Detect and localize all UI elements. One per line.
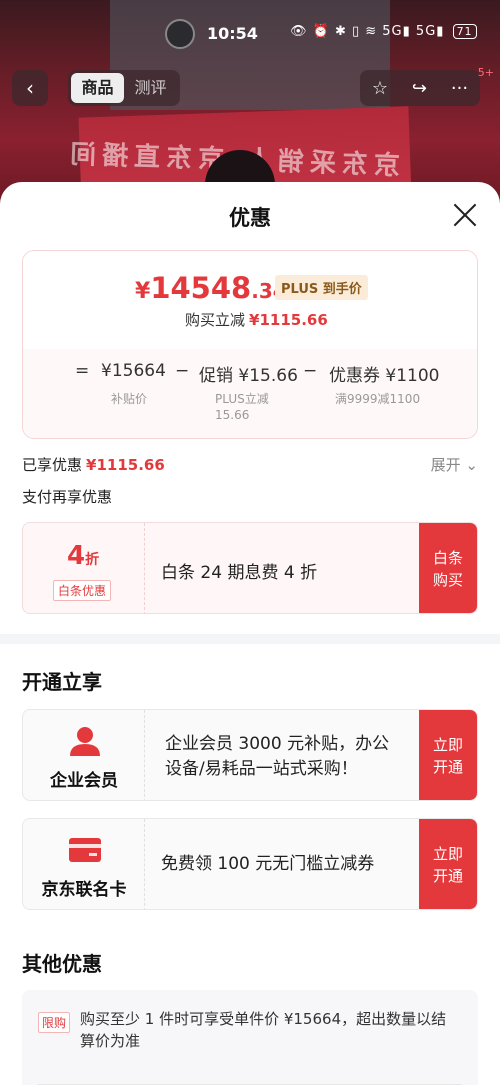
other-section-title: 其他优惠 [22,952,102,976]
jd-card-open-button[interactable]: 立即开通 [419,819,477,909]
enterprise-member-desc-line1: 企业会员 3000 元补贴，办公 [165,734,390,754]
pay-more-label: 支付再享优惠 [22,488,113,506]
calc-base-price: ¥15664 [101,361,166,381]
baitiao-desc: 白条 24 期息费 4 折 [161,563,318,583]
baitiao-card: 4折 白条优惠 白条 24 期息费 4 折 白条购买 [22,522,478,614]
discount-sheet: 优惠 ¥14548.34 PLUS 到手价 购买立减 ¥1115.66 = ¥15… [0,182,500,1085]
instant-reduce-value: ¥1115.66 [249,311,328,329]
enterprise-member-open-button[interactable]: 立即开通 [419,710,477,800]
nav-tabs: 商品 测评 [68,70,180,106]
price-breakdown: = ¥15664 − 促销 ¥15.66 − 优惠券 ¥1100 补贴价 PLU… [23,349,477,438]
plus-price-tag: PLUS 到手价 [275,275,368,300]
price-integer: 14548 [150,271,252,305]
tab-product[interactable]: 商品 [71,73,124,103]
instant-reduce: 购买立减 ¥1115.66 [185,309,328,330]
enterprise-member-desc-line2: 设备/易耗品一站式采购！ [165,759,358,779]
chevron-down-icon: ⌄ [465,456,478,474]
calc-minus-1: − [175,361,190,381]
section-divider [0,634,500,644]
open-section-title: 开通立享 [22,670,102,694]
status-icons-glyphs: 👁 ⏰ ✱ ▯ ≋ 5G▮ 5G▮ [290,24,445,39]
calc-equals: = [75,361,90,381]
limit-purchase-text: 购买至少 1 件时可享受单件价 ¥15664，超出数量以结算价为准 [80,1010,447,1050]
status-icons: 👁 ⏰ ✱ ▯ ≋ 5G▮ 5G▮ 71 [290,24,477,39]
baitiao-tag: 白条优惠 [53,580,112,601]
message-badge: 5+ [477,66,494,79]
calc-promo: 促销 ¥15.66 [199,366,298,386]
jd-card-desc: 免费领 100 元无门槛立减券 [161,854,375,874]
calc-promo-sub-line2: 15.66 [215,408,250,422]
baitiao-discount: 4折 白条优惠 [23,523,145,613]
card-icon [69,838,101,862]
calc-minus-2: − [303,361,318,381]
jd-card-name: 京东联名卡 [41,880,127,900]
baitiao-rate-num: 4 [67,541,86,571]
share-icon[interactable]: ↪ [412,78,427,99]
baitiao-rate-unit: 折 [85,552,100,568]
enterprise-member-card: 企业会员 企业会员 3000 元补贴，办公 设备/易耗品一站式采购！ 立即开通 [22,709,478,801]
nav-actions: ☆ ↪ ··· [360,70,480,106]
other-discount-box: 限购 购买至少 1 件时可享受单件价 ¥15664，超出数量以结算价为准 [22,990,478,1085]
price-currency: ¥ [135,279,151,304]
star-icon[interactable]: ☆ [372,78,388,99]
jd-card-member-card: 京东联名卡 免费领 100 元无门槛立减券 立即开通 [22,818,478,910]
close-icon[interactable] [452,202,478,228]
price-summary: ¥14548.34 PLUS 到手价 购买立减 ¥1115.66 [23,251,477,349]
baitiao-rate: 4折 [67,541,99,571]
status-time: 10:54 [207,24,258,43]
instant-reduce-label: 购买立减 [185,311,246,329]
calc-coupon-sub: 满9999减1100 [335,392,421,406]
price-card: ¥14548.34 PLUS 到手价 购买立减 ¥1115.66 = ¥15664… [22,250,478,439]
calc-promo-sub-line1: PLUS立减 [215,392,269,406]
enjoyed-value: ¥1115.66 [86,456,165,474]
calc-coupon: 优惠券 ¥1100 [329,366,440,386]
expand-label: 展开 [430,456,461,474]
calc-base-sub: 补贴价 [111,392,148,406]
more-icon[interactable]: ··· [451,78,468,99]
enterprise-member-name: 企业会员 [50,771,118,791]
person-icon [70,727,100,756]
top-nav: ‹ 商品 测评 ☆ ↪ ··· 5+ [0,66,500,108]
sheet-title: 优惠 [229,206,271,230]
status-bar: 10:54 👁 ⏰ ✱ ▯ ≋ 5G▮ 5G▮ 71 [0,0,500,68]
enjoyed-label: 已享优惠 [22,456,83,474]
jd-card-left: 京东联名卡 [23,819,145,909]
final-price: ¥14548.34 [135,271,287,305]
enterprise-member-left: 企业会员 [23,710,145,800]
status-avatar [165,19,195,49]
tab-review[interactable]: 测评 [124,73,177,103]
back-button[interactable]: ‹ [12,70,48,106]
limit-purchase-tag: 限购 [38,1012,71,1033]
expand-button[interactable]: 展开 ⌄ [431,454,478,475]
enterprise-member-desc: 企业会员 3000 元补贴，办公 设备/易耗品一站式采购！ [165,732,389,782]
chevron-left-icon: ‹ [26,76,34,100]
baitiao-buy-button[interactable]: 白条购买 [419,523,477,613]
calc-promo-sub: PLUS立减 15.66 [215,391,269,423]
battery-icon: 71 [452,24,477,39]
enjoyed-discount: 已享优惠 ¥1115.66 [22,454,165,475]
